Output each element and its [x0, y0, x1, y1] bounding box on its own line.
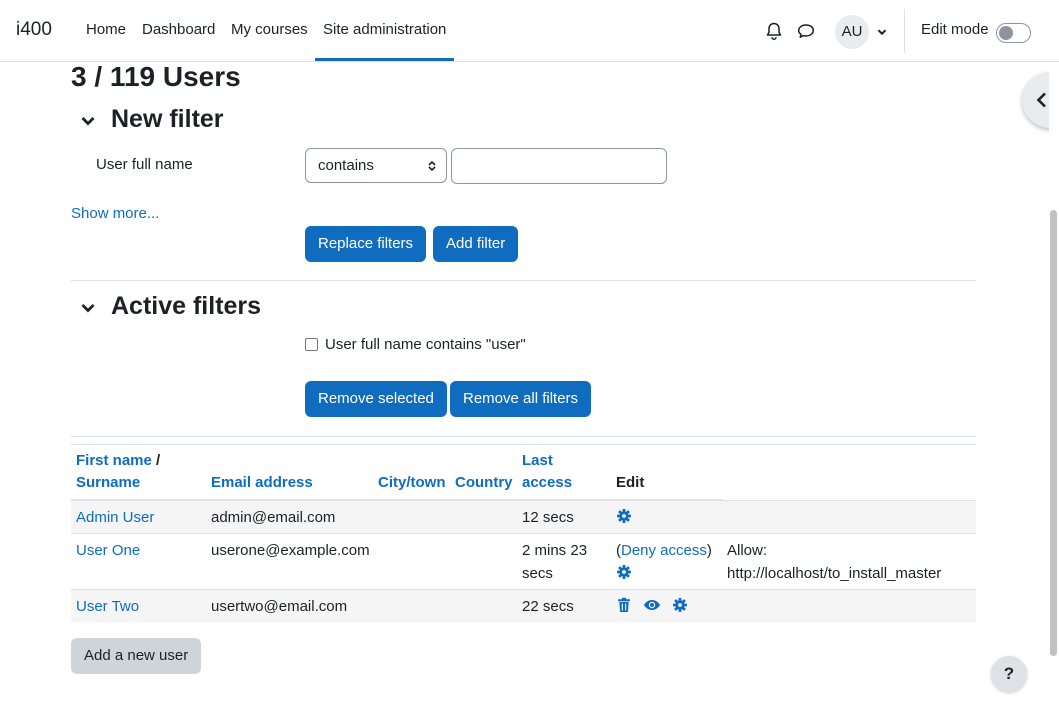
- sort-firstname-link[interactable]: First name: [76, 452, 152, 469]
- new-filter-heading[interactable]: New filter: [111, 105, 224, 134]
- sort-last-access-link[interactable]: Last access: [522, 452, 572, 491]
- sort-email-link[interactable]: Email address: [211, 474, 313, 491]
- show-more-link[interactable]: Show more...: [71, 205, 159, 222]
- section-divider: [71, 280, 976, 281]
- header-slash: /: [156, 452, 161, 469]
- messages-bubble-icon[interactable]: [796, 21, 816, 41]
- header-email: Email address: [211, 472, 313, 494]
- toggle-knob: [999, 26, 1013, 40]
- chevron-left-icon: [1036, 92, 1046, 108]
- access-line: 2 mins 23: [522, 542, 588, 559]
- trash-icon[interactable]: [616, 597, 632, 613]
- active-filter-label[interactable]: User full name contains "user": [325, 336, 526, 353]
- chevron-down-icon[interactable]: [876, 26, 888, 38]
- nav-dashboard[interactable]: Dashboard: [142, 21, 215, 38]
- deny-access-wrapper: (Deny access): [616, 539, 712, 562]
- last-word: Last: [522, 452, 553, 469]
- remove-all-filters-button[interactable]: Remove all filters: [450, 381, 592, 417]
- header-country: Country: [455, 472, 513, 494]
- filter-operator-select[interactable]: contains: [305, 148, 447, 183]
- select-value: contains: [318, 157, 374, 174]
- access-word: access: [522, 474, 573, 491]
- section-divider: [71, 436, 976, 437]
- notification-bell-icon[interactable]: [764, 21, 784, 41]
- deny-access-link[interactable]: Deny access: [621, 542, 707, 559]
- gear-icon[interactable]: [672, 597, 688, 613]
- replace-filters-button[interactable]: Replace filters: [305, 226, 427, 262]
- top-navbar: i400 Home Dashboard My courses Site admi…: [0, 0, 1059, 62]
- paren-close: ): [706, 542, 712, 559]
- eye-icon[interactable]: [643, 597, 661, 613]
- header-last-access: Last access: [522, 450, 572, 494]
- row-divider: [71, 533, 976, 534]
- user-full-name-label: User full name: [96, 156, 193, 173]
- user-email: userone@example.com: [211, 542, 370, 559]
- active-filter-checkbox[interactable]: [305, 338, 318, 351]
- header-city: City/town: [378, 472, 446, 494]
- edit-mode-label: Edit mode: [921, 21, 989, 38]
- gear-icon[interactable]: [616, 564, 632, 580]
- collapse-chevron-icon[interactable]: [80, 113, 96, 129]
- user-last-access: 22 secs: [522, 598, 574, 615]
- note-line: http://localhost/to_install_master: [727, 565, 942, 582]
- page-title: 3 / 119 Users: [71, 61, 241, 92]
- header-firstname-surname: First name / Surname: [76, 450, 160, 494]
- user-avatar[interactable]: AU: [835, 15, 869, 49]
- user-last-access: 12 secs: [522, 509, 574, 526]
- active-filters-heading[interactable]: Active filters: [111, 292, 261, 321]
- remove-selected-button[interactable]: Remove selected: [305, 381, 447, 417]
- add-new-user-button[interactable]: Add a new user: [71, 638, 202, 674]
- user-last-access: 2 mins 23 secs: [522, 539, 587, 585]
- user-name-link[interactable]: User Two: [76, 595, 139, 618]
- nav-my-courses[interactable]: My courses: [231, 21, 308, 38]
- nav-divider: [904, 9, 905, 53]
- gear-icon[interactable]: [616, 508, 632, 524]
- filter-text-input[interactable]: [451, 148, 667, 184]
- note-line: Allow:: [727, 542, 768, 559]
- edit-mode-toggle[interactable]: [996, 23, 1031, 43]
- nav-home[interactable]: Home: [86, 21, 126, 38]
- sort-country-link[interactable]: Country: [455, 474, 513, 491]
- access-note: Allow: http://localhost/to_install_master: [727, 539, 941, 585]
- add-filter-button[interactable]: Add filter: [433, 226, 519, 262]
- user-email: usertwo@email.com: [211, 598, 348, 615]
- select-arrows-icon: [428, 160, 436, 172]
- scrollbar-thumb[interactable]: [1050, 210, 1057, 656]
- access-line: secs: [522, 565, 553, 582]
- user-name-link[interactable]: Admin User: [76, 506, 154, 529]
- site-brand[interactable]: i400: [16, 19, 52, 41]
- nav-site-administration[interactable]: Site administration: [323, 21, 446, 38]
- user-name-link[interactable]: User One: [76, 539, 140, 562]
- table-top-border: [71, 444, 976, 445]
- header-edit: Edit: [616, 474, 645, 491]
- help-button[interactable]: ?: [991, 656, 1027, 692]
- sort-city-link[interactable]: City/town: [378, 474, 446, 491]
- sort-surname-link[interactable]: Surname: [76, 474, 140, 491]
- user-email: admin@email.com: [211, 509, 336, 526]
- nav-active-indicator: [315, 58, 454, 61]
- collapse-chevron-icon[interactable]: [80, 300, 96, 316]
